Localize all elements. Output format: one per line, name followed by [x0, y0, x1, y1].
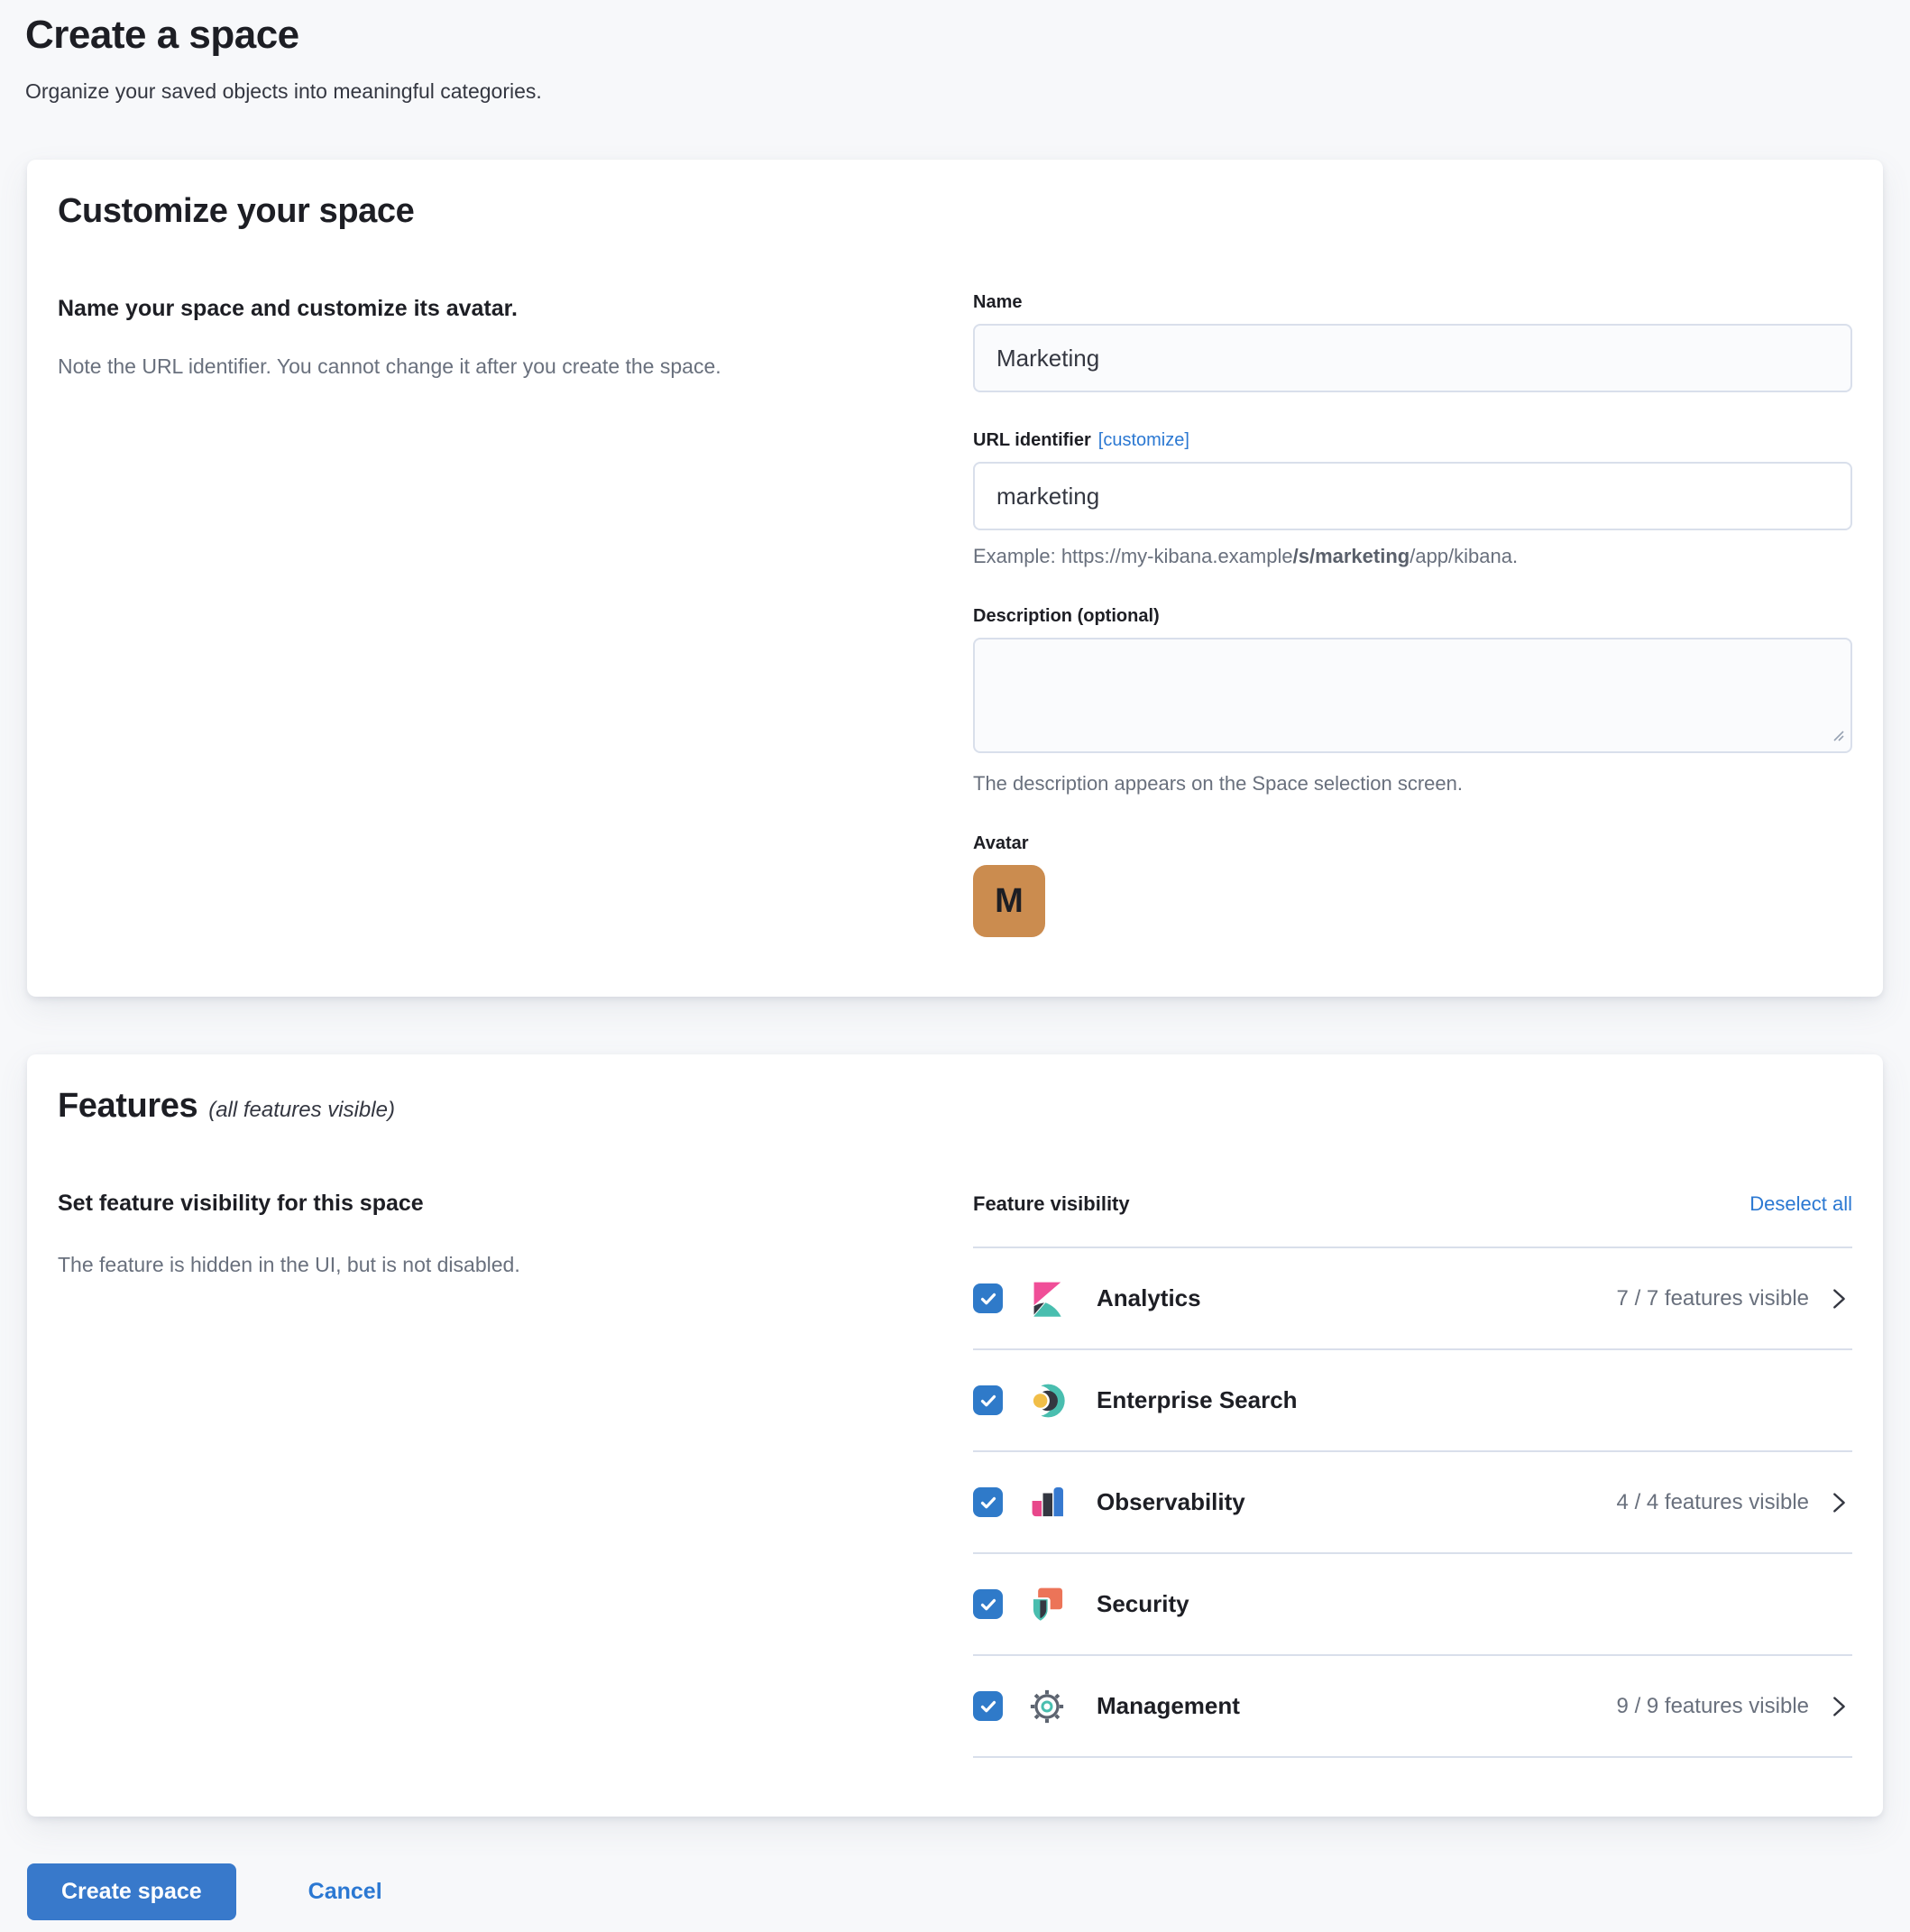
feature-row-analytics: Analytics 7 / 7 features visible: [973, 1247, 1852, 1348]
url-example-help: Example: https://my-kibana.example/s/mar…: [973, 545, 1852, 568]
analytics-icon: [1028, 1280, 1066, 1318]
feature-count: 4 / 4 features visible: [1617, 1490, 1809, 1515]
create-space-button[interactable]: Create space: [27, 1863, 236, 1920]
page-title: Create a space: [25, 13, 1910, 58]
page-header: Create a space Organize your saved objec…: [0, 0, 1910, 104]
features-title-suffix: (all features visible): [208, 1098, 395, 1122]
analytics-checkbox[interactable]: [973, 1283, 1003, 1313]
feature-name: Enterprise Search: [1097, 1386, 1298, 1414]
feature-name: Security: [1097, 1590, 1189, 1618]
enterprise-search-icon: [1028, 1382, 1066, 1420]
feature-row-security: Security: [973, 1552, 1852, 1654]
chevron-right-icon[interactable]: [1825, 1285, 1852, 1312]
url-example-prefix: Example: https://my-kibana.example: [973, 545, 1293, 567]
description-textarea[interactable]: [973, 638, 1852, 753]
feature-row-observability: Observability 4 / 4 features visible: [973, 1450, 1852, 1552]
features-description-column: Set feature visibility for this space Th…: [58, 1187, 933, 1758]
feature-row-enterprise-search: Enterprise Search: [973, 1348, 1852, 1450]
page-subtitle: Organize your saved objects into meaning…: [25, 79, 1910, 104]
security-icon: [1028, 1586, 1066, 1624]
feature-count: 7 / 7 features visible: [1617, 1286, 1809, 1311]
chevron-right-icon[interactable]: [1825, 1489, 1852, 1516]
gear-icon: [1028, 1688, 1066, 1725]
customize-form-column: Name URL identifier [customize] Example: …: [973, 292, 1852, 937]
customize-description-column: Name your space and customize its avatar…: [58, 292, 933, 937]
form-actions: Create space Cancel: [27, 1863, 1910, 1920]
features-panel-title: Features (all features visible): [58, 1087, 1852, 1126]
url-identifier-label: URL identifier [customize]: [973, 430, 1852, 451]
enterprise-search-checkbox[interactable]: [973, 1385, 1003, 1415]
feature-visibility-header: Feature visibility: [973, 1192, 1130, 1216]
features-section-heading: Set feature visibility for this space: [58, 1191, 933, 1217]
feature-count: 9 / 9 features visible: [1617, 1694, 1809, 1719]
features-panel: Features (all features visible) Set featu…: [27, 1054, 1883, 1817]
customize-section-heading: Name your space and customize its avatar…: [58, 296, 933, 322]
chevron-right-icon[interactable]: [1825, 1693, 1852, 1720]
customize-url-link[interactable]: [customize]: [1098, 430, 1189, 450]
deselect-all-link[interactable]: Deselect all: [1749, 1192, 1852, 1216]
customize-space-panel: Customize your space Name your space and…: [27, 160, 1883, 997]
space-avatar[interactable]: M: [973, 865, 1045, 937]
customize-panel-title: Customize your space: [58, 192, 1852, 231]
url-example-suffix: /app/kibana.: [1410, 545, 1518, 567]
feature-list: Analytics 7 / 7 features visible: [973, 1247, 1852, 1758]
space-name-input[interactable]: [973, 324, 1852, 392]
url-identifier-input[interactable]: [973, 462, 1852, 530]
feature-name: Analytics: [1097, 1284, 1201, 1312]
feature-visibility-column: Feature visibility Deselect all: [973, 1187, 1852, 1758]
features-section-note: The feature is hidden in the UI, but is …: [58, 1253, 933, 1277]
features-title-text: Features: [58, 1087, 197, 1125]
customize-section-note: Note the URL identifier. You cannot chan…: [58, 354, 933, 379]
observability-icon: [1028, 1484, 1066, 1522]
feature-name: Management: [1097, 1692, 1240, 1720]
url-identifier-label-text: URL identifier: [973, 430, 1091, 450]
description-label: Description (optional): [973, 606, 1852, 627]
observability-checkbox[interactable]: [973, 1487, 1003, 1517]
security-checkbox[interactable]: [973, 1589, 1003, 1619]
management-checkbox[interactable]: [973, 1691, 1003, 1721]
feature-name: Observability: [1097, 1488, 1245, 1516]
feature-row-management: Management 9 / 9 features visible: [973, 1654, 1852, 1756]
url-example-bold: /s/marketing: [1293, 545, 1410, 567]
avatar-label: Avatar: [973, 833, 1852, 854]
name-label: Name: [973, 292, 1852, 313]
resize-grip-icon[interactable]: [1831, 728, 1845, 747]
cancel-button[interactable]: Cancel: [308, 1879, 382, 1905]
description-help: The description appears on the Space sel…: [973, 772, 1852, 796]
